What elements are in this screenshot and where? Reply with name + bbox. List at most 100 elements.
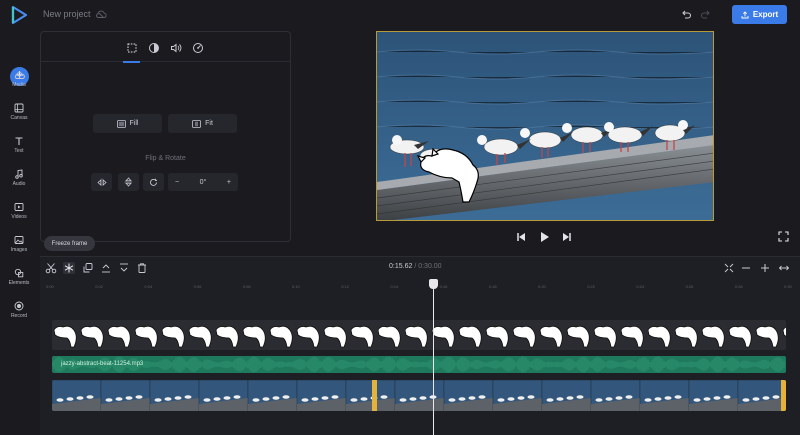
project-title[interactable]: New project: [43, 9, 91, 19]
sticker-thumbnail: [755, 325, 779, 348]
trash-icon[interactable]: [136, 262, 148, 274]
video-thumbnail-bird: [76, 396, 84, 400]
sticker-thumbnail: [728, 325, 752, 348]
video-thumbnail-bird: [625, 395, 633, 399]
sidebar-item-elements[interactable]: Elements: [0, 268, 38, 286]
sidebar-item-videos[interactable]: Videos: [0, 202, 38, 220]
current-time: 0:15.62: [389, 263, 413, 270]
redo-icon[interactable]: [700, 9, 712, 21]
flip-vertical-button[interactable]: [118, 173, 139, 191]
zoom-out-icon[interactable]: [740, 262, 752, 274]
sidebar-item-audio[interactable]: Audio: [0, 169, 38, 187]
video-thumbnail-bird: [576, 395, 584, 399]
split-handle[interactable]: [372, 380, 377, 411]
shapes-icon: [14, 268, 24, 278]
ruler-tick: 0:28: [734, 284, 743, 289]
rotation-stepper[interactable]: − 0° +: [168, 173, 238, 191]
video-thumbnail-bird: [644, 398, 652, 402]
video-thumbnail-bird: [566, 396, 574, 400]
video-thumbnail-bird: [125, 396, 133, 400]
app-logo-icon[interactable]: [10, 6, 28, 24]
sticker-thumbnails: [53, 325, 786, 348]
active-tab-indicator: [123, 61, 140, 63]
video-thumbnail-bird: [321, 396, 329, 400]
audio-track-name: jazzy-abstract-beat-11254.mp3: [61, 361, 144, 367]
sidebar-item-text[interactable]: Text: [0, 136, 38, 154]
upload-cloud-icon: [14, 72, 25, 79]
fullscreen-icon[interactable]: [778, 231, 789, 242]
video-thumbnail-bird: [233, 395, 241, 399]
sticker-thumbnail: [485, 325, 509, 348]
fit-timeline-icon[interactable]: [723, 262, 735, 274]
freeze-frame-icon[interactable]: [63, 262, 75, 274]
rotate-button[interactable]: [143, 173, 164, 191]
volume-icon[interactable]: [169, 41, 183, 55]
video-thumbnail-bird: [115, 397, 123, 401]
video-thumbnail-bird: [762, 396, 770, 400]
playhead[interactable]: [433, 279, 434, 435]
rotation-increment-button[interactable]: +: [227, 179, 231, 186]
video-thumbnail-bird: [713, 396, 721, 400]
video-thumbnail-bird: [282, 395, 290, 399]
play-icon[interactable]: [538, 231, 550, 243]
video-thumbnail-bird: [517, 396, 525, 400]
sticker-thumbnail: [134, 325, 158, 348]
scissors-icon[interactable]: [45, 262, 57, 274]
video-icon: [14, 203, 24, 211]
sticker-thumbnail: [539, 325, 563, 348]
timeline-ruler[interactable]: 0:00 0:02 0:04 0:06 0:08 0:10 0:12 0:14 0:16 0:18…: [40, 282, 800, 292]
move-down-icon[interactable]: [118, 262, 130, 274]
undo-icon[interactable]: [680, 9, 692, 21]
sidebar-item-media[interactable]: Media: [0, 70, 38, 88]
video-thumbnail-bird: [419, 396, 427, 400]
export-button[interactable]: Export: [732, 5, 787, 24]
sidebar-item-label: Media: [12, 82, 26, 88]
zoom-fit-icon[interactable]: [778, 262, 790, 274]
video-thumbnail-bird: [458, 397, 466, 401]
upload-icon: [741, 10, 749, 18]
sticker-thumbnail: [161, 325, 185, 348]
speed-icon[interactable]: [191, 41, 205, 55]
video-thumbnail-bird: [448, 398, 456, 402]
properties-tabs: [41, 32, 290, 63]
ruler-tick: 0:08: [242, 284, 251, 289]
preview-image: [377, 32, 713, 220]
image-icon: [14, 236, 24, 244]
duplicate-icon[interactable]: [82, 262, 94, 274]
sidebar-item-canvas[interactable]: Canvas: [0, 103, 38, 121]
video-thumbnail-bird: [66, 397, 74, 401]
crop-icon[interactable]: [125, 41, 139, 55]
video-thumbnail-bird: [772, 395, 780, 399]
video-thumbnail-bird: [478, 395, 486, 399]
sidebar-item-record[interactable]: Record: [0, 301, 38, 319]
sticker-thumbnail: [80, 325, 104, 348]
sidebar-item-label: Text: [14, 148, 24, 154]
sticker-track[interactable]: [52, 320, 786, 350]
waveform-path: [52, 356, 785, 373]
end-trim-handle[interactable]: [781, 380, 786, 411]
zoom-in-icon[interactable]: [759, 262, 771, 274]
sticker-thumbnail: [323, 325, 347, 348]
fill-button[interactable]: Fill: [93, 114, 162, 133]
video-thumbnail-bird: [380, 395, 388, 399]
audio-track[interactable]: jazzy-abstract-beat-11254.mp3: [52, 356, 786, 373]
sticker-thumbnail: [593, 325, 617, 348]
video-thumbnail-bird: [213, 397, 221, 401]
skip-forward-icon[interactable]: [561, 231, 573, 243]
contrast-icon[interactable]: [147, 41, 161, 55]
video-thumbnail-bird: [135, 395, 143, 399]
video-preview[interactable]: [376, 31, 714, 221]
flip-horizontal-button[interactable]: [91, 173, 112, 191]
fit-button[interactable]: Fit: [168, 114, 237, 133]
video-track[interactable]: [52, 380, 786, 411]
rotation-decrement-button[interactable]: −: [175, 179, 179, 186]
skip-back-icon[interactable]: [515, 231, 527, 243]
video-thumbnail-bird: [331, 395, 339, 399]
video-thumbnail-bird: [164, 397, 172, 401]
sticker-thumbnail: [377, 325, 401, 348]
move-up-icon[interactable]: [100, 262, 112, 274]
ruler-tick: 0:12: [341, 284, 349, 289]
rotation-value[interactable]: 0°: [200, 179, 207, 186]
ruler-tick: 0:02: [95, 284, 103, 289]
sidebar-item-images[interactable]: Images: [0, 235, 38, 253]
